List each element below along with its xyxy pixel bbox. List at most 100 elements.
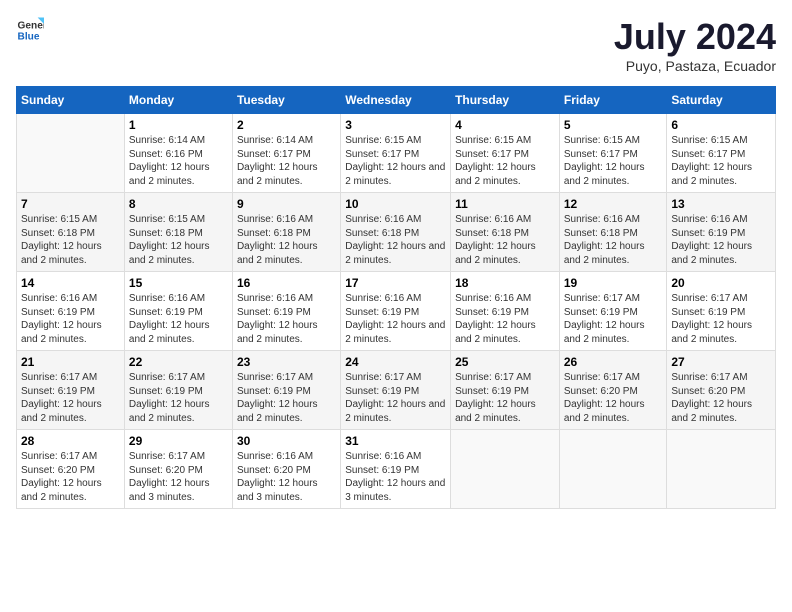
col-sunday: Sunday [17,87,125,114]
calendar-cell [451,430,560,509]
day-number: 5 [564,118,663,132]
calendar-cell [667,430,776,509]
day-number: 12 [564,197,663,211]
col-friday: Friday [559,87,667,114]
day-number: 3 [345,118,446,132]
day-info: Sunrise: 6:17 AMSunset: 6:19 PMDaylight:… [345,371,446,425]
day-info: Sunrise: 6:16 AMSunset: 6:19 PMDaylight:… [129,292,228,346]
day-info: Sunrise: 6:15 AMSunset: 6:18 PMDaylight:… [21,213,120,267]
day-number: 30 [237,434,336,448]
calendar-cell: 5Sunrise: 6:15 AMSunset: 6:17 PMDaylight… [559,114,667,193]
col-wednesday: Wednesday [341,87,451,114]
svg-text:Blue: Blue [18,31,40,42]
calendar-cell: 29 Sunrise: 6:17 AMSunset: 6:20 PMDayligh… [124,430,232,509]
logo: General Blue [16,16,44,44]
calendar-cell: 7 Sunrise: 6:15 AMSunset: 6:18 PMDaylight… [17,193,125,272]
title-area: July 2024 Puyo, Pastaza, Ecuador [614,16,776,74]
day-info: Sunrise: 6:15 AMSunset: 6:18 PMDaylight:… [129,213,228,267]
col-monday: Monday [124,87,232,114]
calendar-cell: 22 Sunrise: 6:17 AMSunset: 6:19 PMDayligh… [124,351,232,430]
day-number: 31 [345,434,446,448]
day-info: Sunrise: 6:17 AMSunset: 6:20 PMDaylight:… [671,371,771,425]
day-info: Sunrise: 6:17 AMSunset: 6:19 PMDaylight:… [671,292,771,346]
day-number: 27 [671,355,771,369]
calendar-week-row: 7 Sunrise: 6:15 AMSunset: 6:18 PMDaylight… [17,193,776,272]
day-number: 21 [21,355,120,369]
calendar-cell: 17Sunrise: 6:16 AMSunset: 6:19 PMDayligh… [341,272,451,351]
day-info: Sunrise: 6:16 AMSunset: 6:18 PMDaylight:… [345,213,446,267]
calendar-table: Sunday Monday Tuesday Wednesday Thursday… [16,86,776,509]
day-info: Sunrise: 6:17 AMSunset: 6:20 PMDaylight:… [21,450,120,504]
calendar-cell: 16Sunrise: 6:16 AMSunset: 6:19 PMDayligh… [232,272,340,351]
day-info: Sunrise: 6:16 AMSunset: 6:19 PMDaylight:… [345,450,446,504]
generalblue-logo-icon: General Blue [16,16,44,44]
day-info: Sunrise: 6:15 AMSunset: 6:17 PMDaylight:… [345,134,446,188]
header: General Blue July 2024 Puyo, Pastaza, Ec… [16,16,776,74]
day-info: Sunrise: 6:17 AMSunset: 6:19 PMDaylight:… [237,371,336,425]
calendar-cell: 15 Sunrise: 6:16 AMSunset: 6:19 PMDayligh… [124,272,232,351]
day-info: Sunrise: 6:17 AMSunset: 6:19 PMDaylight:… [129,371,228,425]
calendar-cell: 24 Sunrise: 6:17 AMSunset: 6:19 PMDayligh… [341,351,451,430]
calendar-week-row: 21 Sunrise: 6:17 AMSunset: 6:19 PMDayligh… [17,351,776,430]
day-info: Sunrise: 6:16 AMSunset: 6:19 PMDaylight:… [237,292,336,346]
calendar-cell: 20 Sunrise: 6:17 AMSunset: 6:19 PMDayligh… [667,272,776,351]
calendar-cell: 23Sunrise: 6:17 AMSunset: 6:19 PMDayligh… [232,351,340,430]
calendar-cell [559,430,667,509]
day-info: Sunrise: 6:17 AMSunset: 6:19 PMDaylight:… [564,292,663,346]
calendar-cell [17,114,125,193]
col-tuesday: Tuesday [232,87,340,114]
calendar-cell: 3 Sunrise: 6:15 AMSunset: 6:17 PMDaylight… [341,114,451,193]
day-number: 13 [671,197,771,211]
calendar-cell: 11Sunrise: 6:16 AMSunset: 6:18 PMDayligh… [451,193,560,272]
day-info: Sunrise: 6:16 AMSunset: 6:18 PMDaylight:… [455,213,555,267]
calendar-cell: 27 Sunrise: 6:17 AMSunset: 6:20 PMDayligh… [667,351,776,430]
calendar-cell: 26 Sunrise: 6:17 AMSunset: 6:20 PMDayligh… [559,351,667,430]
day-info: Sunrise: 6:15 AMSunset: 6:17 PMDaylight:… [671,134,771,188]
calendar-cell: 30Sunrise: 6:16 AMSunset: 6:20 PMDayligh… [232,430,340,509]
subtitle: Puyo, Pastaza, Ecuador [614,58,776,74]
day-info: Sunrise: 6:14 AMSunset: 6:16 PMDaylight:… [129,134,228,188]
day-number: 17 [345,276,446,290]
col-saturday: Saturday [667,87,776,114]
calendar-week-row: 28 Sunrise: 6:17 AMSunset: 6:20 PMDayligh… [17,430,776,509]
day-info: Sunrise: 6:17 AMSunset: 6:20 PMDaylight:… [564,371,663,425]
main-title: July 2024 [614,16,776,58]
day-info: Sunrise: 6:16 AMSunset: 6:19 PMDaylight:… [455,292,555,346]
calendar-header-row: Sunday Monday Tuesday Wednesday Thursday… [17,87,776,114]
day-info: Sunrise: 6:16 AMSunset: 6:18 PMDaylight:… [237,213,336,267]
day-number: 28 [21,434,120,448]
calendar-cell: 19Sunrise: 6:17 AMSunset: 6:19 PMDayligh… [559,272,667,351]
calendar-cell: 18 Sunrise: 6:16 AMSunset: 6:19 PMDayligh… [451,272,560,351]
day-number: 22 [129,355,228,369]
day-number: 8 [129,197,228,211]
day-number: 18 [455,276,555,290]
calendar-cell: 4 Sunrise: 6:15 AMSunset: 6:17 PMDaylight… [451,114,560,193]
day-number: 2 [237,118,336,132]
day-number: 9 [237,197,336,211]
svg-text:General: General [18,20,44,31]
calendar-cell: 10 Sunrise: 6:16 AMSunset: 6:18 PMDayligh… [341,193,451,272]
calendar-cell: 14Sunrise: 6:16 AMSunset: 6:19 PMDayligh… [17,272,125,351]
calendar-cell: 21Sunrise: 6:17 AMSunset: 6:19 PMDayligh… [17,351,125,430]
day-number: 15 [129,276,228,290]
calendar-body: 1Sunrise: 6:14 AMSunset: 6:16 PMDaylight… [17,114,776,509]
day-number: 10 [345,197,446,211]
day-number: 29 [129,434,228,448]
day-number: 6 [671,118,771,132]
calendar-cell: 28 Sunrise: 6:17 AMSunset: 6:20 PMDayligh… [17,430,125,509]
calendar-week-row: 1Sunrise: 6:14 AMSunset: 6:16 PMDaylight… [17,114,776,193]
calendar-cell: 8 Sunrise: 6:15 AMSunset: 6:18 PMDaylight… [124,193,232,272]
day-number: 24 [345,355,446,369]
calendar-cell: 9 Sunrise: 6:16 AMSunset: 6:18 PMDaylight… [232,193,340,272]
calendar-cell: 13 Sunrise: 6:16 AMSunset: 6:19 PMDayligh… [667,193,776,272]
day-number: 4 [455,118,555,132]
day-info: Sunrise: 6:17 AMSunset: 6:20 PMDaylight:… [129,450,228,504]
day-info: Sunrise: 6:15 AMSunset: 6:17 PMDaylight:… [455,134,555,188]
day-info: Sunrise: 6:16 AMSunset: 6:19 PMDaylight:… [671,213,771,267]
day-number: 20 [671,276,771,290]
calendar-cell: 1Sunrise: 6:14 AMSunset: 6:16 PMDaylight… [124,114,232,193]
day-info: Sunrise: 6:17 AMSunset: 6:19 PMDaylight:… [455,371,555,425]
day-number: 25 [455,355,555,369]
day-number: 26 [564,355,663,369]
day-number: 7 [21,197,120,211]
